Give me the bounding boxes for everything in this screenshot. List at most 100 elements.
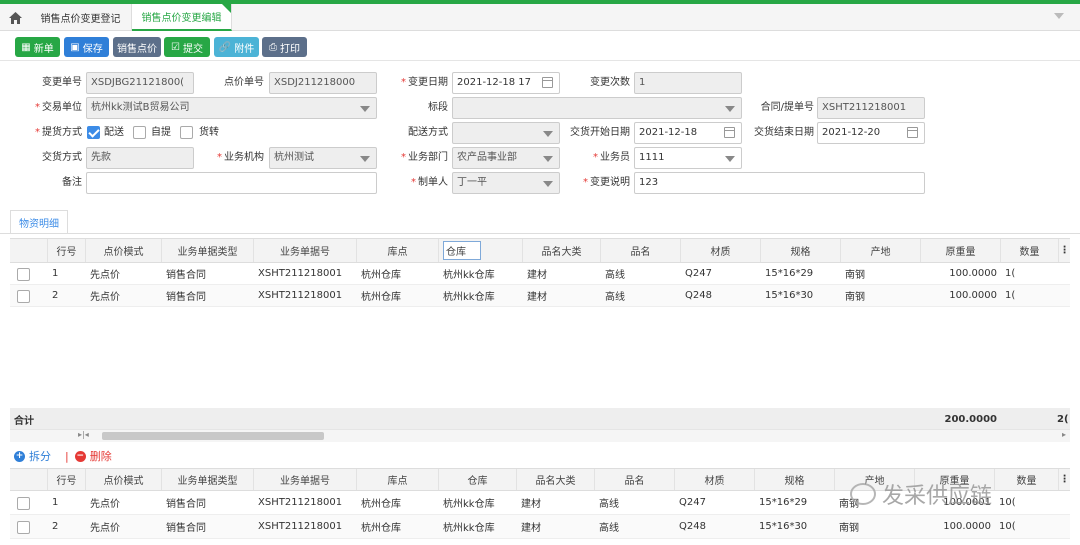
salesman-select[interactable]: 1111 [634, 147, 742, 169]
table-cell: 南钢 [845, 270, 865, 281]
change-date-field[interactable]: 2021-12-18 17 [452, 72, 560, 94]
table-cell: 100.0000 [943, 521, 991, 532]
table-cell: 1 [52, 268, 59, 279]
scroll-right-icon[interactable]: ▸ [1062, 430, 1066, 439]
table-cell: XSHT211218001 [258, 521, 343, 532]
transfer-checkbox[interactable] [180, 126, 193, 139]
remark-label: 备注 [62, 177, 82, 188]
table-cell: 建材 [521, 499, 541, 510]
table-cell: 10( [999, 521, 1016, 532]
org-select[interactable]: 杭州测试 [269, 147, 377, 169]
table-cell: 100.0000 [949, 268, 997, 279]
header-cell: 库点 [357, 239, 439, 262]
table-cell: 杭州仓库 [361, 499, 401, 510]
table-row[interactable]: 2 先点价 销售合同 XSHT211218001 杭州仓库 杭州kk仓库 建材 高线 Q248 1… [10, 515, 1070, 539]
dept-select[interactable]: 农产品事业部 [452, 147, 560, 169]
table-cell: 销售合同 [166, 270, 206, 281]
tab-bar: 销售点价变更登记 销售点价变更编辑 [0, 4, 1080, 31]
change-no-field: XSDJBG21121800( [86, 72, 194, 94]
change-desc-field[interactable]: 123 [634, 172, 925, 194]
tab-price-change-edit[interactable]: 销售点价变更编辑 [132, 4, 232, 31]
new-button[interactable]: ▦ 新单 [15, 37, 60, 57]
pickup-checkbox[interactable] [133, 126, 146, 139]
watermark-text: 发采供应链 [882, 484, 993, 509]
toolbar: ▦ 新单 ▣ 保存 销售点价 ☑ 提交 🔗 附件 ⎙ 打印 [0, 31, 1080, 61]
tab-material-detail[interactable]: 物资明细 [10, 210, 68, 234]
header-cell: 点价模式 [86, 239, 162, 262]
chevron-down-icon [725, 156, 735, 162]
table-cell: Q247 [685, 268, 712, 279]
sales-price-button[interactable]: 销售点价 [113, 37, 161, 57]
row-checkbox[interactable] [17, 520, 30, 534]
table-cell: 2 [52, 290, 59, 301]
start-date-label: 交货开始日期 [570, 127, 630, 138]
table-cell: XSHT211218001 [258, 497, 343, 508]
table-cell: 高线 [599, 499, 619, 510]
header-cell: 数量 [995, 469, 1059, 490]
org-label: * 业务机构 [217, 152, 264, 163]
scroll-left-icon[interactable]: ▸|◂ [78, 430, 89, 439]
tab-label: 销售点价变更编辑 [141, 13, 222, 24]
print-button-label: 打印 [280, 43, 300, 55]
header-cell: 业务单据号 [254, 469, 357, 490]
table-row[interactable]: 1 先点价 销售合同 XSHT211218001 杭州仓库 杭州kk仓库 建材 高线 Q247 1… [10, 263, 1070, 285]
home-icon[interactable] [0, 4, 30, 31]
pay-label: 交货方式 [42, 152, 82, 163]
remark-field[interactable] [86, 172, 377, 194]
chevron-down-icon [543, 156, 553, 162]
change-date-label: * 变更日期 [401, 77, 448, 88]
row-checkbox[interactable] [17, 289, 30, 303]
chevron-down-icon [725, 106, 735, 112]
scrollbar-thumb[interactable] [102, 432, 324, 440]
column-menu-icon[interactable]: ⋮ [1059, 239, 1070, 262]
segment-select[interactable] [452, 97, 742, 119]
maker-select[interactable]: 丁一平 [452, 172, 560, 194]
calendar-icon[interactable] [542, 77, 553, 88]
column-menu-icon[interactable]: ⋮ [1059, 469, 1070, 490]
separator: | [65, 449, 69, 463]
end-date-field[interactable]: 2021-12-20 [817, 122, 925, 144]
delivery-label: * 提货方式 [35, 127, 82, 138]
header-form: 变更单号 XSDJBG21121800( 点价单号 XSDJ211218000 … [0, 62, 1080, 212]
chevron-down-icon [543, 181, 553, 187]
watermark: 发采供应链 [850, 478, 992, 510]
table-cell: 建材 [527, 292, 547, 303]
minus-icon: − [74, 450, 86, 462]
row-checkbox[interactable] [17, 496, 30, 510]
contract-field: XSHT211218001 [817, 97, 925, 119]
save-button[interactable]: ▣ 保存 [64, 37, 109, 57]
table-row[interactable]: 2 先点价 销售合同 XSHT211218001 杭州仓库 杭州kk仓库 建材 高线 Q248 1… [10, 285, 1070, 307]
split-button[interactable]: 拆分 [29, 448, 51, 464]
table-cell: XSHT211218001 [258, 290, 343, 301]
attachment-button[interactable]: 🔗 附件 [214, 37, 259, 57]
start-date-field[interactable]: 2021-12-18 [634, 122, 742, 144]
price-no-label: 点价单号 [224, 77, 264, 88]
table-cell: 杭州kk仓库 [443, 292, 495, 303]
calendar-icon[interactable] [724, 127, 735, 138]
delete-button[interactable]: 删除 [90, 448, 112, 464]
tab-dropdown-icon[interactable] [1054, 13, 1064, 19]
submit-button[interactable]: ☑ 提交 [164, 37, 210, 57]
table-cell: 杭州kk仓库 [443, 523, 495, 534]
trade-unit-select[interactable]: 杭州kk测试B贸易公司 [86, 97, 377, 119]
save-icon: ▣ [70, 41, 80, 53]
header-cell-warehouse[interactable]: 仓库 [439, 239, 523, 262]
calendar-icon[interactable] [907, 127, 918, 138]
print-button[interactable]: ⎙ 打印 [262, 37, 307, 57]
table-cell: 10( [999, 497, 1016, 508]
tab-price-change-register[interactable]: 销售点价变更登记 [30, 4, 132, 31]
delivery-checkbox[interactable] [87, 126, 100, 139]
horizontal-scrollbar[interactable]: ▸|◂ ▸ [10, 429, 1070, 442]
header-cell: 品名大类 [523, 239, 601, 262]
new-doc-icon: ▦ [21, 41, 31, 53]
table-cell: 杭州kk仓库 [443, 270, 495, 281]
table-cell: 杭州仓库 [361, 270, 401, 281]
table-cell: 建材 [527, 270, 547, 281]
table-cell: 先点价 [90, 523, 120, 534]
row-checkbox[interactable] [17, 267, 30, 281]
table-cell: Q248 [679, 521, 706, 532]
header-cell: 行号 [48, 469, 86, 490]
pay-field: 先款 [86, 147, 194, 169]
ship-method-select[interactable] [452, 122, 560, 144]
attachment-button-label: 附件 [234, 43, 255, 55]
